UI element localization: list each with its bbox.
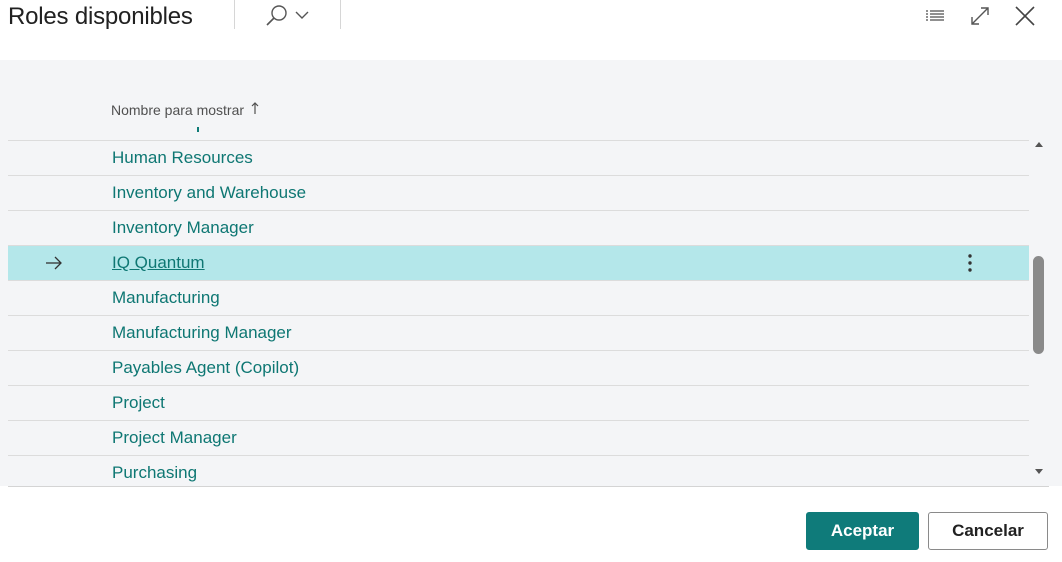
- table-row[interactable]: Manufacturing: [8, 280, 1029, 315]
- role-link[interactable]: Project Manager: [112, 421, 237, 455]
- table-row[interactable]: Human Resources: [8, 140, 1029, 175]
- role-link[interactable]: Manufacturing Manager: [112, 316, 292, 350]
- table-row[interactable]: Project: [8, 385, 1029, 420]
- vertical-scrollbar[interactable]: [1029, 140, 1049, 486]
- partially-visible-row: [197, 127, 199, 132]
- roles-list: Human Resources Inventory and Warehouse In…: [8, 140, 1029, 486]
- accept-button[interactable]: Aceptar: [806, 512, 919, 550]
- scrollbar-thumb[interactable]: [1033, 256, 1044, 354]
- scroll-down-icon[interactable]: [1034, 468, 1044, 476]
- roles-dialog: Roles disponibles Nombre para mostrar Hu…: [0, 0, 1062, 562]
- dialog-title: Roles disponibles: [8, 3, 193, 30]
- table-row[interactable]: Inventory Manager: [8, 210, 1029, 245]
- search-button[interactable]: [258, 3, 318, 29]
- search-icon: [266, 5, 309, 26]
- table-row[interactable]: Payables Agent (Copilot): [8, 350, 1029, 385]
- close-icon: [1015, 6, 1035, 26]
- role-link[interactable]: Purchasing: [112, 456, 197, 486]
- cancel-button[interactable]: Cancelar: [928, 512, 1048, 550]
- header-divider: [340, 0, 341, 29]
- expand-button[interactable]: [967, 3, 993, 29]
- close-button[interactable]: [1012, 3, 1038, 29]
- role-link[interactable]: Project: [112, 386, 165, 420]
- scroll-up-icon[interactable]: [1034, 140, 1044, 148]
- column-header-display-name[interactable]: Nombre para mostrar: [111, 102, 259, 118]
- arrow-right-icon: [46, 256, 62, 270]
- chevron-down-icon: [295, 11, 309, 19]
- table-row[interactable]: Purchasing: [8, 455, 1029, 486]
- role-link[interactable]: Inventory and Warehouse: [112, 176, 306, 210]
- role-link[interactable]: Human Resources: [112, 141, 253, 175]
- column-header-label: Nombre para mostrar: [111, 102, 245, 118]
- more-options-icon[interactable]: [960, 251, 980, 275]
- role-link[interactable]: IQ Quantum: [112, 246, 205, 280]
- table-row[interactable]: Manufacturing Manager: [8, 315, 1029, 350]
- grid-divider: [8, 486, 1049, 487]
- role-link[interactable]: Payables Agent (Copilot): [112, 351, 299, 385]
- role-link[interactable]: Manufacturing: [112, 281, 220, 315]
- table-row[interactable]: Project Manager: [8, 420, 1029, 455]
- sort-ascending-icon: [251, 102, 259, 114]
- role-link[interactable]: Inventory Manager: [112, 211, 254, 245]
- roles-grid: Nombre para mostrar Human Resources Inven…: [0, 60, 1062, 486]
- list-view-button[interactable]: [922, 3, 948, 29]
- table-row-selected[interactable]: IQ Quantum: [8, 245, 1029, 280]
- table-row[interactable]: Inventory and Warehouse: [8, 175, 1029, 210]
- header-divider: [234, 0, 235, 29]
- list-view-icon: [926, 10, 944, 21]
- expand-icon: [971, 7, 989, 25]
